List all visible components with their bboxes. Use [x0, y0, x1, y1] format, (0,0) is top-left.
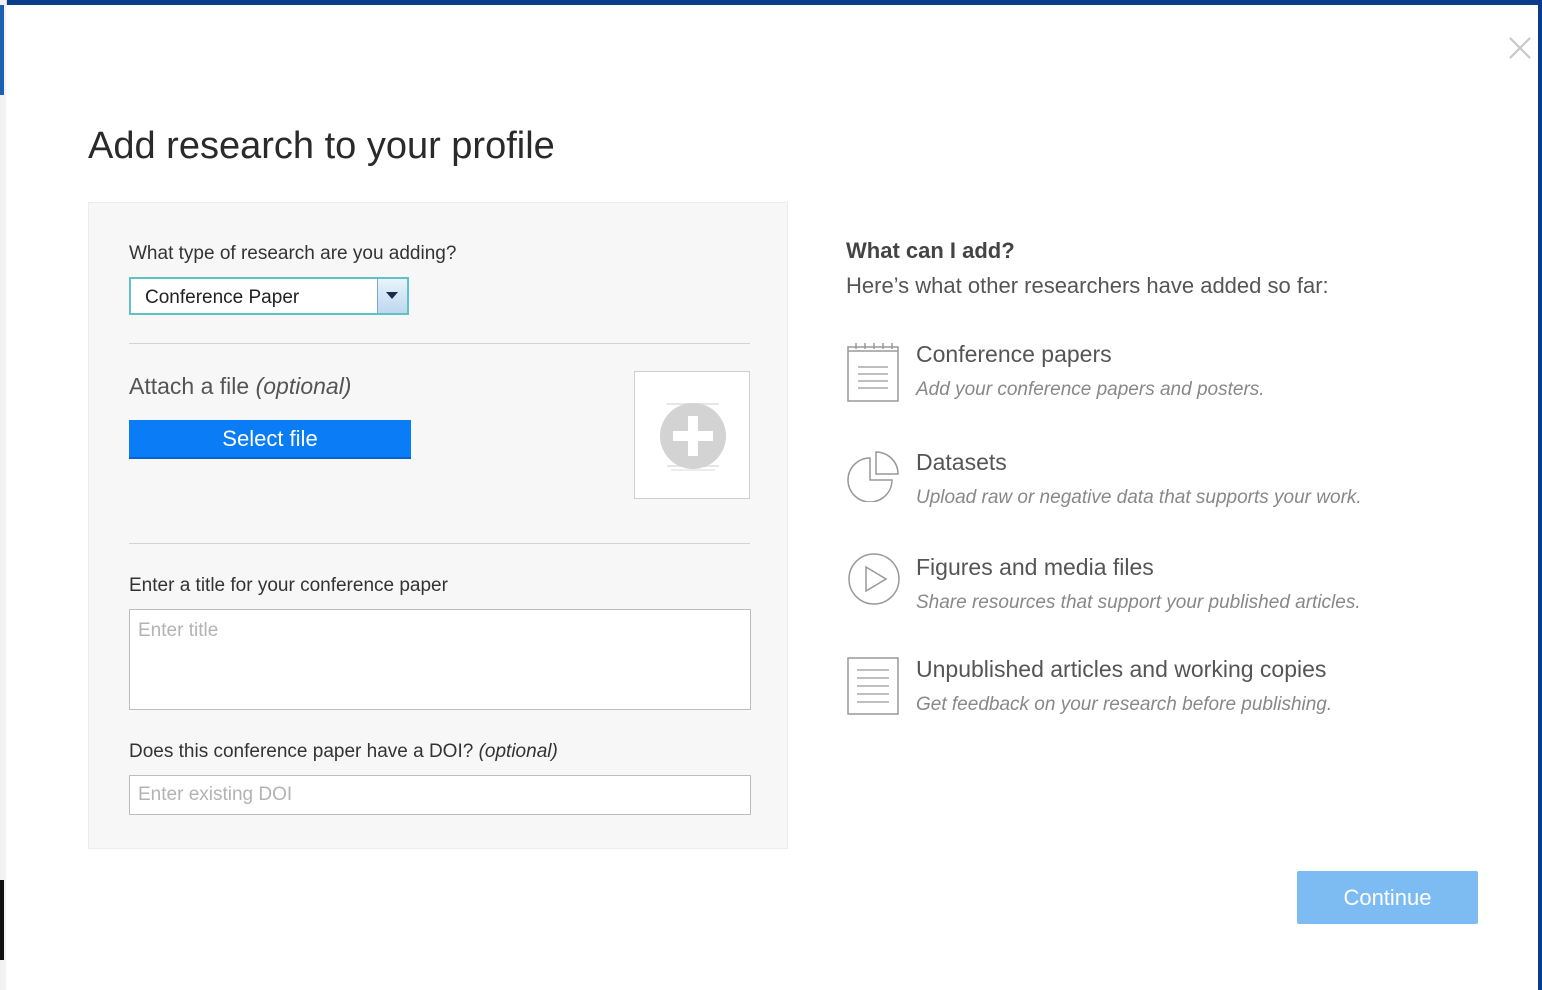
- research-type-selected-value: Conference Paper: [145, 287, 300, 308]
- info-item-figures-media: Figures and media files Share resources …: [846, 551, 1466, 631]
- doi-input[interactable]: [129, 775, 751, 815]
- chevron-down-icon[interactable]: [377, 279, 407, 313]
- attach-file-label: Attach a file (optional): [129, 373, 351, 400]
- info-item-title: Conference papers: [916, 341, 1112, 367]
- add-research-dialog: Add research to your profile What type o…: [6, 5, 1538, 990]
- select-file-button[interactable]: Select file: [129, 420, 411, 459]
- info-item-title: Datasets: [916, 449, 1007, 475]
- info-item-unpublished-articles: Unpublished articles and working copies …: [846, 656, 1466, 736]
- doi-field-label: Does this conference paper have a DOI? (…: [129, 741, 558, 763]
- close-button[interactable]: [1505, 33, 1535, 63]
- document-icon: [847, 657, 899, 715]
- optional-hint: (optional): [255, 373, 352, 399]
- title-field-label: Enter a title for your conference paper: [129, 575, 448, 596]
- research-type-select[interactable]: Conference Paper: [129, 277, 409, 315]
- info-subheading: Here’s what other researchers have added…: [846, 273, 1329, 298]
- info-item-description: Get feedback on your research before pub…: [916, 694, 1333, 715]
- background-accent: [0, 880, 4, 960]
- optional-hint: (optional): [478, 741, 558, 762]
- file-drop-preview[interactable]: [634, 371, 750, 499]
- info-item-description: Upload raw or negative data that support…: [916, 487, 1362, 508]
- info-heading: What can I add?: [846, 238, 1015, 263]
- continue-button[interactable]: Continue: [1297, 871, 1478, 924]
- pie-chart-icon: [847, 451, 899, 502]
- attach-file-label-text: Attach a file: [129, 373, 250, 399]
- title-input[interactable]: [129, 609, 751, 710]
- add-file-icon: [660, 403, 726, 471]
- info-item-datasets: Datasets Upload raw or negative data tha…: [846, 446, 1466, 526]
- info-item-title: Unpublished articles and working copies: [916, 656, 1327, 682]
- window-right-border: [1538, 0, 1542, 990]
- research-form-panel: What type of research are you adding? Co…: [88, 202, 788, 849]
- play-icon: [848, 553, 900, 605]
- info-item-description: Add your conference papers and posters.: [916, 379, 1265, 400]
- section-divider: [129, 343, 750, 344]
- info-item-description: Share resources that support your publis…: [916, 592, 1361, 613]
- notepad-icon: [847, 343, 899, 402]
- page-title: Add research to your profile: [88, 125, 555, 167]
- info-item-conference-papers: Conference papers Add your conference pa…: [846, 341, 1466, 421]
- info-item-title: Figures and media files: [916, 554, 1154, 580]
- close-icon[interactable]: [1505, 33, 1535, 63]
- doi-field-label-text: Does this conference paper have a DOI?: [129, 741, 474, 762]
- background-accent: [0, 5, 4, 95]
- research-type-label: What type of research are you adding?: [129, 243, 457, 264]
- section-divider: [129, 543, 750, 544]
